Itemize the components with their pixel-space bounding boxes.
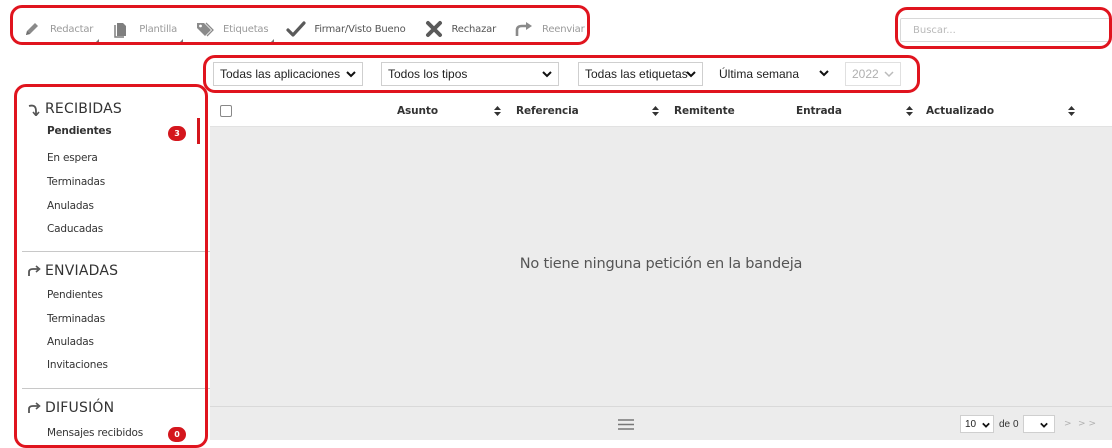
received-arrow-icon [27,102,41,116]
tag-icon [195,19,215,39]
year-filter-value: 2022 [852,67,879,81]
sidebar-item-received-on-hold[interactable]: En espera [47,152,98,164]
sidebar-item-received-cancelled[interactable]: Anuladas [47,200,94,212]
broadcast-arrow-icon [27,401,41,415]
column-header-entry[interactable]: Entrada [796,105,842,117]
sort-icon[interactable] [494,106,501,116]
column-header-subject[interactable]: Asunto [397,105,438,117]
sort-icon[interactable] [1068,106,1075,116]
checkmark-icon [286,19,306,39]
toolbar: Redactar Plantilla Etiquetas Firmar/Vist… [22,14,603,44]
sort-icon[interactable] [652,106,659,116]
sidebar-item-received-expired[interactable]: Caducadas [47,223,103,235]
sidebar-divider [22,251,212,252]
chevron-down-icon [982,422,990,428]
sign-approve-label: Firmar/Visto Bueno [314,23,406,35]
period-filter-select[interactable]: Última semana [713,62,835,86]
of-label: de [999,419,1011,430]
sent-arrow-icon [27,264,41,278]
menu-icon[interactable] [618,419,634,430]
received-section-title[interactable]: RECIBIDAS [27,98,122,120]
reject-button[interactable]: Rechazar [424,14,497,44]
next-page-button[interactable]: > [1064,419,1075,429]
table-footer: 10 de 0 > >> [210,406,1112,440]
sidebar-item-sent-invitations[interactable]: Invitaciones [47,359,108,371]
forward-arrow-icon [514,19,534,39]
compose-label: Redactar [50,23,94,35]
forward-button[interactable]: Reenviar [514,14,585,44]
page-select[interactable] [1023,415,1055,433]
table-header: Asunto Referencia Remitente Entrada Actu… [210,96,1112,127]
tags-button[interactable]: Etiquetas [195,14,275,44]
sidebar-item-sent-finished[interactable]: Terminadas [47,313,105,325]
requests-table: Asunto Referencia Remitente Entrada Actu… [210,96,1112,440]
template-label: Plantilla [139,23,178,35]
chevron-down-icon [884,71,894,78]
sent-section-title[interactable]: ENVIADAS [27,260,118,282]
tags-dropdown-caret [269,39,275,44]
template-button[interactable]: Plantilla [111,14,184,44]
tags-filter-value: Todas las etiquetas [585,67,688,81]
sidebar-item-sent-pending[interactable]: Pendientes [47,289,103,301]
tags-label: Etiquetas [223,23,269,35]
column-header-sender[interactable]: Remitente [674,105,735,117]
chevron-down-icon [686,71,696,78]
x-icon [424,19,444,39]
messages-count-badge: 0 [168,427,186,442]
types-filter-select[interactable]: Todos los tipos [381,62,559,86]
last-page-button[interactable]: >> [1078,419,1099,429]
broadcast-section-title[interactable]: DIFUSIÓN [27,397,114,419]
sidebar-divider [22,388,212,389]
sidebar-item-received-pending[interactable]: Pendientes [47,125,112,137]
active-indicator [197,118,200,144]
chevron-down-icon [1040,422,1048,428]
compose-button[interactable]: Redactar [22,14,100,44]
column-header-updated[interactable]: Actualizado [926,105,994,117]
chevron-down-icon [346,71,356,78]
sidebar-item-sent-cancelled[interactable]: Anuladas [47,336,94,348]
pending-count-badge: 3 [168,126,186,141]
chevron-down-icon [542,71,552,78]
empty-table-message: No tiene ninguna petición en la bandeja [519,256,803,272]
document-icon [111,19,131,39]
select-all-checkbox[interactable] [220,105,232,117]
template-dropdown-caret [178,39,184,44]
year-filter-select[interactable]: 2022 [845,62,901,86]
forward-label: Reenviar [542,23,585,35]
applications-filter-select[interactable]: Todas las aplicaciones [213,62,363,86]
column-header-reference[interactable]: Referencia [516,105,579,117]
pencil-icon [22,19,42,39]
tags-filter-select[interactable]: Todas las etiquetas [578,62,703,86]
search-input[interactable] [900,18,1110,42]
reject-label: Rechazar [451,23,497,35]
period-filter-value: Última semana [719,67,800,81]
sign-approve-button[interactable]: Firmar/Visto Bueno [286,14,406,44]
applications-filter-value: Todas las aplicaciones [220,67,341,81]
compose-dropdown-caret [94,39,100,44]
sidebar-item-received-finished[interactable]: Terminadas [47,176,105,188]
sidebar-item-received-messages[interactable]: Mensajes recibidos [47,427,143,439]
page-size-select[interactable]: 10 [960,415,994,433]
total-pages: 0 [1013,419,1019,430]
sort-icon[interactable] [906,106,913,116]
chevron-down-icon [819,70,829,77]
types-filter-value: Todos los tipos [388,67,468,81]
